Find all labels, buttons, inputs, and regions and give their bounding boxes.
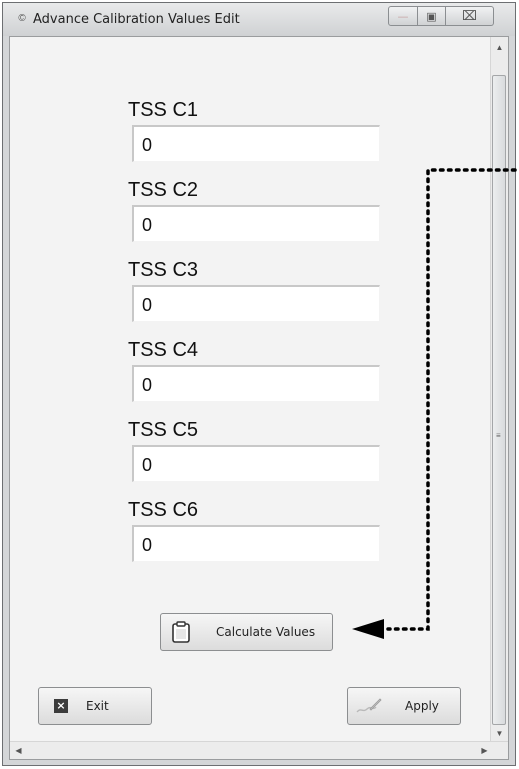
annotation-dotted-line bbox=[386, 168, 517, 631]
annotation-arrow bbox=[352, 168, 517, 639]
annotation-arrowhead bbox=[352, 619, 384, 639]
